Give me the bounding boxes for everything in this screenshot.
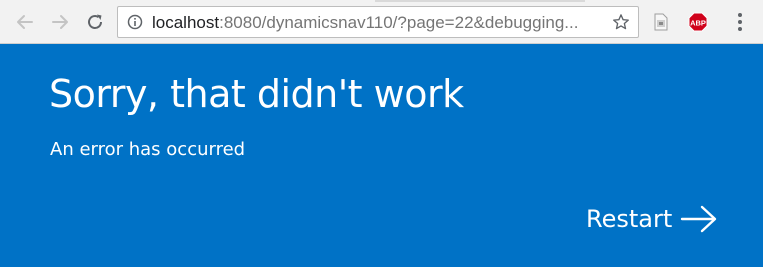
url-host: localhost — [152, 13, 220, 32]
back-arrow-icon — [17, 15, 33, 29]
error-page: Sorry, that didn't work An error has occ… — [0, 44, 763, 267]
forward-arrow-icon — [52, 15, 68, 29]
tab-strip-edge — [375, 0, 585, 2]
browser-toolbar: localhost:8080/dynamicsnav110/?page=22&d… — [0, 0, 763, 44]
abp-icon[interactable]: ABP — [688, 12, 708, 32]
url-path: :8080/dynamicsnav110/?page=22&debugging.… — [219, 13, 579, 32]
address-bar[interactable]: localhost:8080/dynamicsnav110/?page=22&d… — [117, 6, 639, 38]
url-text[interactable]: localhost:8080/dynamicsnav110/?page=22&d… — [152, 13, 602, 33]
back-button[interactable] — [12, 9, 38, 35]
error-message: An error has occurred — [50, 139, 246, 160]
browser-window: localhost:8080/dynamicsnav110/?page=22&d… — [0, 0, 763, 267]
forward-button[interactable] — [47, 9, 73, 35]
reload-icon — [88, 14, 102, 29]
star-icon[interactable] — [612, 13, 630, 31]
info-icon[interactable] — [127, 14, 143, 30]
restart-button[interactable]: Restart — [586, 201, 718, 237]
restart-label: Restart — [586, 205, 673, 233]
page-extension-icon[interactable] — [651, 12, 671, 32]
right-arrow-icon — [681, 205, 717, 233]
error-title: Sorry, that didn't work — [49, 72, 464, 116]
abp-label: ABP — [690, 18, 706, 27]
reload-button[interactable] — [82, 9, 108, 35]
kebab-menu-icon[interactable] — [732, 11, 748, 33]
